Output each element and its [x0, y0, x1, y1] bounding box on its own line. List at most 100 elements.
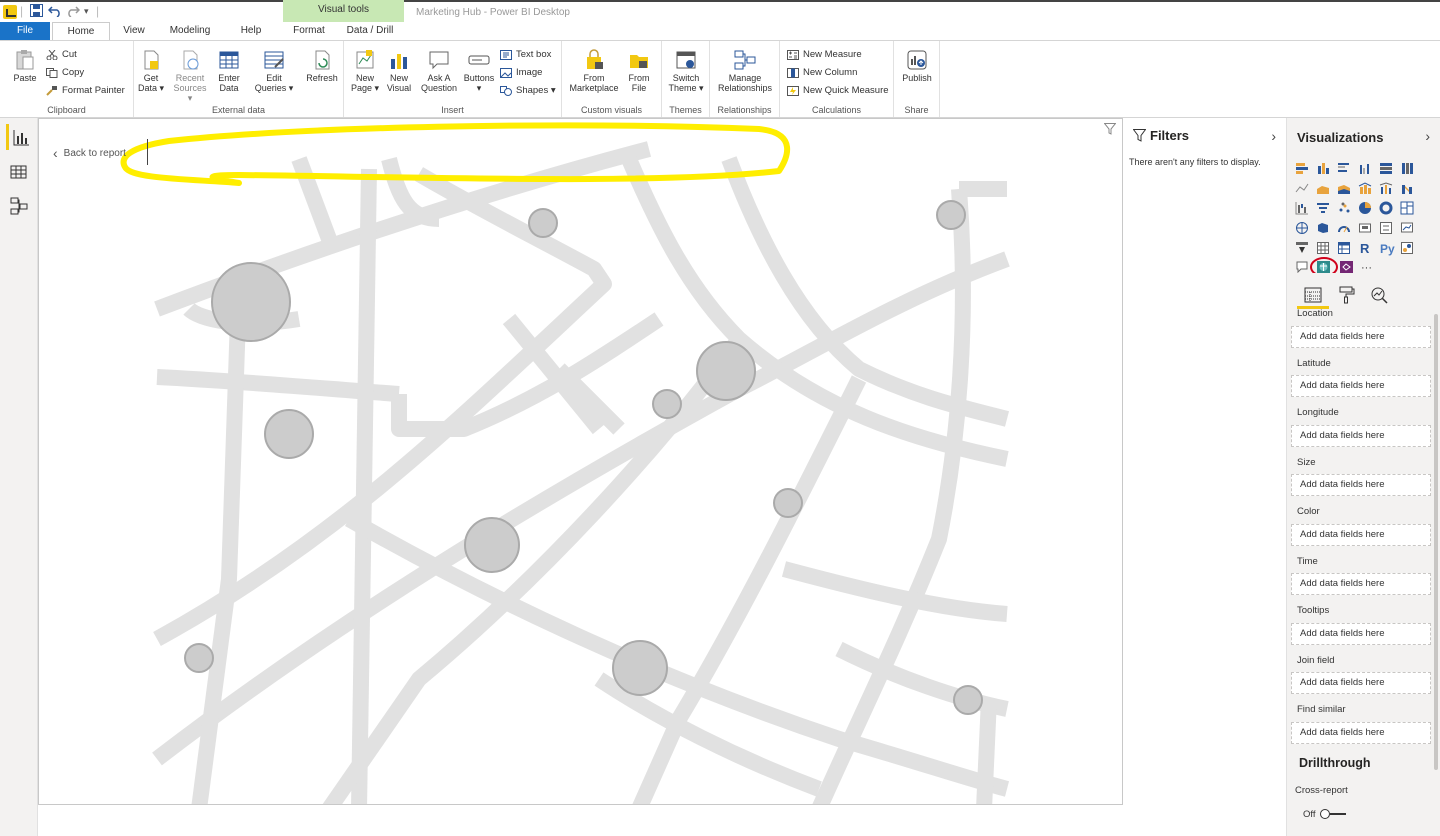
image-button[interactable]: Image — [500, 65, 542, 81]
refresh-button[interactable]: Refresh — [302, 49, 342, 83]
map-bubble[interactable] — [953, 685, 983, 715]
map-bubble[interactable] — [612, 640, 668, 696]
stacked-bar-chart-icon[interactable] — [1296, 163, 1308, 174]
collapse-visualizations-chevron-icon[interactable]: › — [1425, 128, 1430, 144]
buttons-button[interactable]: Buttons ▾ — [460, 49, 498, 93]
map-bubble[interactable] — [211, 262, 291, 342]
paste-button[interactable]: Paste — [8, 49, 42, 83]
slicer-icon[interactable] — [1296, 242, 1308, 253]
fields-tab-icon[interactable] — [1303, 285, 1323, 305]
pie-chart-icon[interactable] — [1359, 202, 1371, 214]
get-data-button[interactable]: Get Data ▾ — [136, 49, 166, 93]
new-visual-button[interactable]: New Visual — [384, 49, 414, 93]
cross-report-toggle[interactable]: Off — [1303, 808, 1346, 820]
report-canvas[interactable]: ‹ Back to report — [38, 118, 1123, 805]
new-column-button[interactable]: New Column — [787, 65, 857, 81]
key-influencers-icon[interactable] — [1401, 242, 1413, 254]
r-script-visual-icon[interactable]: R — [1360, 241, 1370, 256]
tab-modeling[interactable]: Modeling — [162, 22, 218, 40]
python-visual-icon[interactable]: Py — [1380, 242, 1395, 256]
map-icon[interactable] — [1296, 222, 1308, 234]
clustered-bar-chart-icon[interactable] — [1338, 163, 1349, 172]
tab-home[interactable]: Home — [52, 22, 110, 40]
well-size[interactable]: Add data fields here — [1291, 474, 1431, 496]
line-chart-icon[interactable] — [1295, 183, 1309, 193]
map-bubble[interactable] — [464, 517, 520, 573]
tab-view[interactable]: View — [114, 22, 154, 40]
well-color[interactable]: Add data fields here — [1291, 524, 1431, 546]
tab-format[interactable]: Format — [285, 22, 333, 40]
card-icon[interactable] — [1359, 223, 1371, 233]
manage-relationships-button[interactable]: Manage Relationships — [712, 49, 778, 93]
analytics-magnifier-icon[interactable] — [1369, 285, 1389, 305]
recent-sources-button[interactable]: Recent Sources ▾ — [170, 49, 210, 103]
well-latitude[interactable]: Add data fields here — [1291, 375, 1431, 397]
stacked-area-chart-icon[interactable] — [1338, 185, 1350, 194]
multi-row-card-icon[interactable] — [1380, 222, 1392, 234]
arcgis-map-icon[interactable] — [1317, 261, 1330, 273]
new-page-button[interactable]: New Page ▾ — [350, 49, 380, 93]
map-visual-placeholder[interactable] — [39, 119, 1123, 805]
back-to-report-button[interactable]: ‹ Back to report — [53, 145, 126, 161]
data-view-button[interactable] — [6, 158, 32, 184]
redo-icon[interactable] — [66, 4, 81, 20]
edit-queries-button[interactable]: Edit Queries ▾ — [252, 49, 296, 93]
scatter-chart-icon[interactable] — [1339, 202, 1350, 213]
well-time[interactable]: Add data fields here — [1291, 573, 1431, 595]
line-and-stacked-column-chart-icon[interactable] — [1358, 182, 1372, 194]
well-find-similar[interactable]: Add data fields here — [1291, 722, 1431, 744]
well-longitude[interactable]: Add data fields here — [1291, 425, 1431, 447]
visual-filter-icon[interactable] — [1103, 123, 1117, 138]
100-stacked-column-chart-icon[interactable] — [1402, 163, 1413, 174]
map-bubble[interactable] — [264, 409, 314, 459]
report-view-button[interactable] — [6, 124, 32, 150]
funnel-chart-icon[interactable] — [1317, 203, 1329, 213]
clustered-column-chart-icon[interactable] — [1360, 164, 1369, 174]
format-paint-roller-icon[interactable] — [1337, 285, 1357, 305]
waterfall-chart-icon[interactable] — [1295, 202, 1308, 215]
kpi-icon[interactable] — [1401, 222, 1413, 233]
ribbon-chart-icon[interactable] — [1402, 185, 1412, 194]
cut-button[interactable]: Cut — [46, 47, 77, 63]
power-apps-visual-icon[interactable] — [1340, 261, 1353, 273]
from-file-button[interactable]: From File — [624, 49, 654, 93]
map-bubble[interactable] — [184, 643, 214, 673]
gauge-icon[interactable] — [1338, 226, 1350, 233]
undo-icon[interactable] — [47, 4, 62, 20]
shapes-button[interactable]: Shapes ▾ — [500, 83, 556, 99]
visualizations-scrollbar[interactable] — [1434, 314, 1438, 770]
copy-button[interactable]: Copy — [46, 65, 84, 81]
switch-theme-button[interactable]: Switch Theme ▾ — [666, 49, 706, 93]
well-join-field[interactable]: Add data fields here — [1291, 672, 1431, 694]
more-visuals-icon[interactable]: ··· — [1361, 262, 1372, 273]
line-and-clustered-column-chart-icon[interactable] — [1379, 182, 1393, 194]
map-bubble[interactable] — [528, 208, 558, 238]
area-chart-icon[interactable] — [1317, 186, 1329, 194]
map-bubble[interactable] — [773, 488, 803, 518]
100-stacked-bar-chart-icon[interactable] — [1380, 163, 1392, 174]
enter-data-button[interactable]: Enter Data — [214, 49, 244, 93]
stacked-column-chart-icon[interactable] — [1318, 163, 1329, 174]
treemap-icon[interactable] — [1400, 201, 1414, 215]
from-marketplace-button[interactable]: From Marketplace — [566, 49, 622, 93]
well-location[interactable]: Add data fields here — [1291, 326, 1431, 348]
collapse-filters-chevron-icon[interactable]: › — [1271, 128, 1276, 144]
filled-map-icon[interactable] — [1318, 223, 1328, 233]
map-bubble[interactable] — [936, 200, 966, 230]
text-box-button[interactable]: Text box — [500, 47, 551, 63]
map-bubble[interactable] — [652, 389, 682, 419]
table-visual-icon[interactable] — [1317, 242, 1329, 254]
tab-help[interactable]: Help — [232, 22, 270, 40]
tab-data-drill[interactable]: Data / Drill — [340, 22, 400, 40]
publish-button[interactable]: Publish — [898, 49, 936, 83]
matrix-icon[interactable] — [1338, 242, 1350, 254]
model-view-button[interactable] — [6, 192, 32, 218]
map-bubble[interactable] — [696, 341, 756, 401]
well-tooltips[interactable]: Add data fields here — [1291, 623, 1431, 645]
ask-question-button[interactable]: Ask A Question — [418, 49, 460, 93]
donut-chart-icon[interactable] — [1379, 201, 1393, 215]
qa-visual-icon[interactable] — [1296, 261, 1308, 273]
new-measure-button[interactable]: New Measure — [787, 47, 862, 63]
new-quick-measure-button[interactable]: New Quick Measure — [787, 83, 889, 99]
customize-toolbar-icon[interactable]: ▾ — [84, 6, 89, 17]
